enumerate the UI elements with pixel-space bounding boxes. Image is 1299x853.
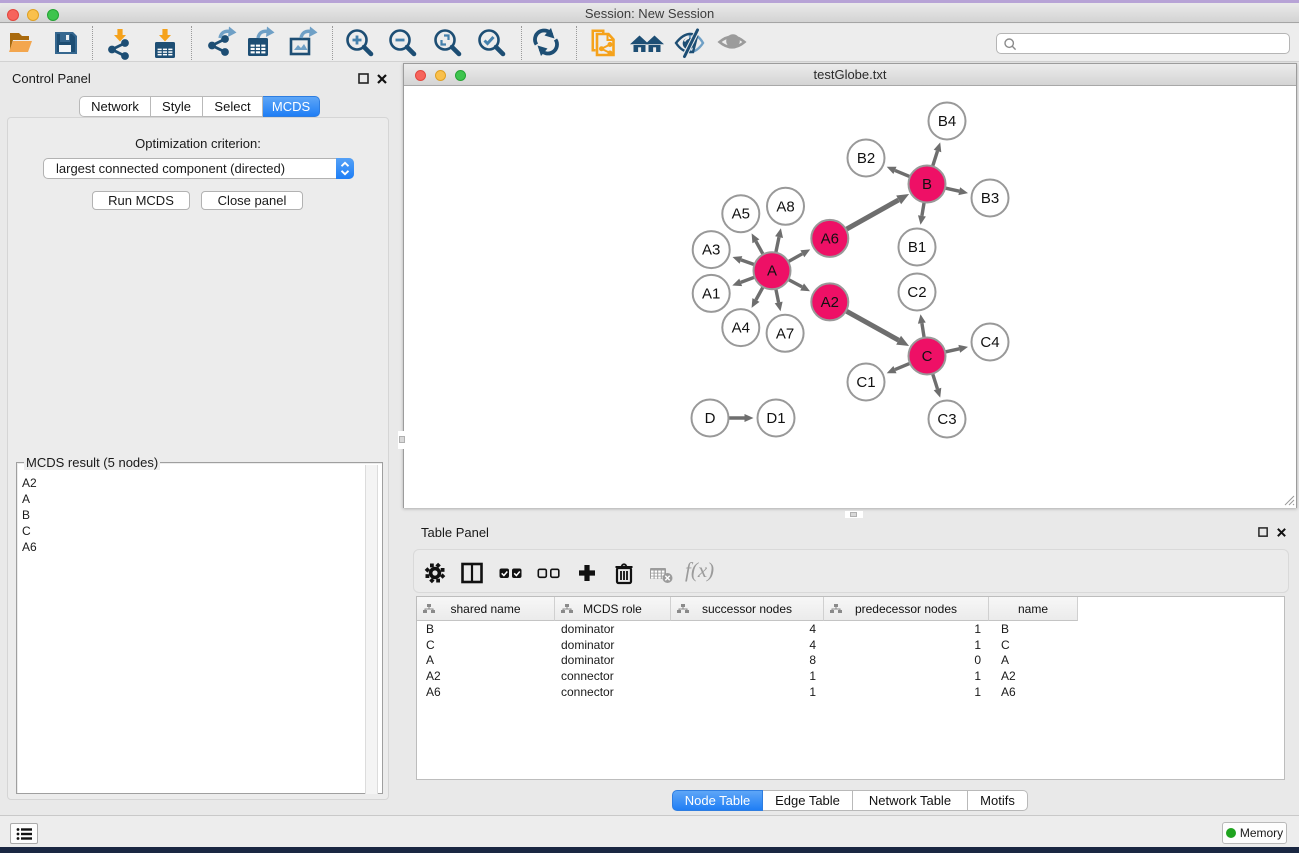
svg-text:D: D	[705, 410, 716, 427]
svg-text:A5: A5	[732, 206, 750, 223]
svg-text:A3: A3	[702, 242, 720, 259]
svg-text:B: B	[922, 176, 932, 193]
svg-text:C3: C3	[937, 411, 956, 428]
svg-text:C1: C1	[856, 374, 875, 391]
svg-text:B4: B4	[938, 113, 956, 130]
svg-text:B3: B3	[981, 190, 999, 207]
svg-text:C2: C2	[907, 284, 926, 301]
svg-text:A1: A1	[702, 285, 720, 302]
svg-text:D1: D1	[766, 410, 785, 427]
svg-text:A6: A6	[821, 230, 839, 247]
svg-text:A: A	[767, 263, 777, 280]
svg-text:C: C	[922, 348, 933, 365]
svg-text:B1: B1	[908, 239, 926, 256]
svg-text:A2: A2	[821, 294, 839, 311]
svg-text:A4: A4	[732, 320, 750, 337]
svg-text:A8: A8	[776, 198, 794, 215]
svg-text:C4: C4	[980, 334, 999, 351]
svg-text:A7: A7	[776, 325, 794, 342]
svg-text:B2: B2	[857, 150, 875, 167]
